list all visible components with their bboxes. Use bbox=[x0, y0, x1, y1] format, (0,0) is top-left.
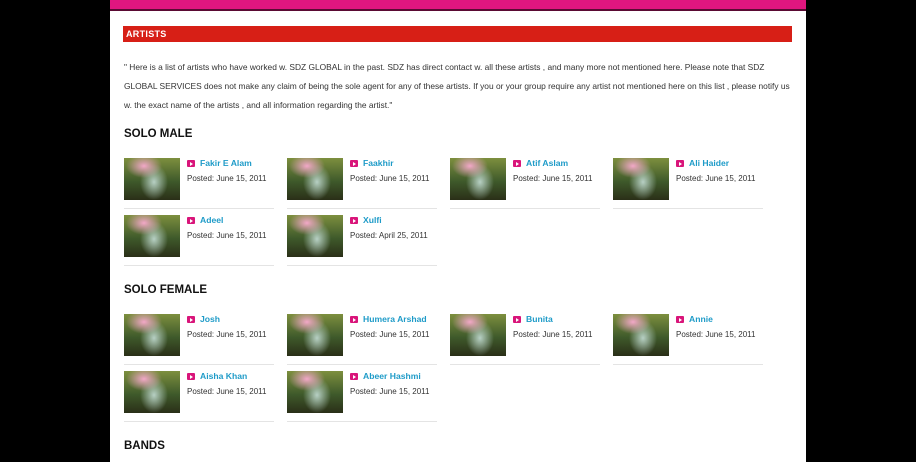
play-arrow-icon bbox=[187, 316, 195, 323]
artist-thumbnail[interactable] bbox=[287, 314, 343, 356]
artist-card: Annie Posted: June 15, 2011 bbox=[613, 314, 763, 365]
play-arrow-icon bbox=[187, 160, 195, 167]
intro-text: " Here is a list of artists who have wor… bbox=[124, 62, 790, 110]
artist-thumbnail[interactable] bbox=[450, 314, 506, 356]
artist-thumbnail[interactable] bbox=[450, 158, 506, 200]
card-divider bbox=[613, 364, 763, 365]
card-divider bbox=[124, 421, 274, 422]
artist-thumbnail[interactable] bbox=[124, 158, 180, 200]
artist-thumbnail[interactable] bbox=[287, 215, 343, 257]
posted-date: Posted: June 15, 2011 bbox=[187, 330, 267, 339]
artist-name-link[interactable]: Ali Haider bbox=[689, 158, 729, 168]
posted-date: Posted: June 15, 2011 bbox=[187, 174, 267, 183]
posted-date: Posted: June 15, 2011 bbox=[187, 231, 267, 240]
posted-date: Posted: June 15, 2011 bbox=[350, 330, 430, 339]
artist-card: Bunita Posted: June 15, 2011 bbox=[450, 314, 600, 365]
artist-name-link[interactable]: Humera Arshad bbox=[363, 314, 427, 324]
card-divider bbox=[450, 208, 600, 209]
card-divider bbox=[450, 364, 600, 365]
page-content: ARTISTS " Here is a list of artists who … bbox=[110, 0, 806, 462]
artist-card: Atif Aslam Posted: June 15, 2011 bbox=[450, 158, 600, 209]
artist-name-link[interactable]: Abeer Hashmi bbox=[363, 371, 421, 381]
artist-name-link[interactable]: Aisha Khan bbox=[200, 371, 247, 381]
artist-card: Abeer Hashmi Posted: June 15, 2011 bbox=[287, 371, 437, 422]
card-divider bbox=[287, 364, 437, 365]
artist-name-link[interactable]: Adeel bbox=[200, 215, 223, 225]
artist-thumbnail[interactable] bbox=[613, 314, 669, 356]
category-title: SOLO MALE bbox=[124, 128, 193, 140]
card-divider bbox=[124, 364, 274, 365]
category-title: BANDS bbox=[124, 440, 165, 452]
play-arrow-icon bbox=[187, 373, 195, 380]
artist-thumbnail[interactable] bbox=[124, 215, 180, 257]
artist-name-link[interactable]: Josh bbox=[200, 314, 220, 324]
artist-thumbnail[interactable] bbox=[124, 371, 180, 413]
play-arrow-icon bbox=[350, 373, 358, 380]
posted-date: Posted: June 15, 2011 bbox=[513, 174, 593, 183]
artist-name-link[interactable]: Xulfi bbox=[363, 215, 382, 225]
artist-thumbnail[interactable] bbox=[287, 158, 343, 200]
top-header-bar bbox=[110, 0, 806, 11]
artist-thumbnail[interactable] bbox=[124, 314, 180, 356]
card-divider bbox=[287, 208, 437, 209]
artist-card: Josh Posted: June 15, 2011 bbox=[124, 314, 274, 365]
category-title: SOLO FEMALE bbox=[124, 284, 208, 296]
artist-thumbnail[interactable] bbox=[287, 371, 343, 413]
play-arrow-icon bbox=[350, 217, 358, 224]
artist-name-link[interactable]: Faakhir bbox=[363, 158, 394, 168]
play-arrow-icon bbox=[676, 160, 684, 167]
artist-card: Humera Arshad Posted: June 15, 2011 bbox=[287, 314, 437, 365]
artist-name-link[interactable]: Fakir E Alam bbox=[200, 158, 252, 168]
artist-card: Ali Haider Posted: June 15, 2011 bbox=[613, 158, 763, 209]
posted-date: Posted: June 15, 2011 bbox=[676, 174, 756, 183]
artist-card: Xulfi Posted: April 25, 2011 bbox=[287, 215, 437, 266]
artist-card: Aisha Khan Posted: June 15, 2011 bbox=[124, 371, 274, 422]
card-divider bbox=[124, 208, 274, 209]
posted-date: Posted: June 15, 2011 bbox=[513, 330, 593, 339]
artist-thumbnail[interactable] bbox=[613, 158, 669, 200]
card-divider bbox=[124, 265, 274, 266]
posted-date: Posted: June 15, 2011 bbox=[350, 387, 430, 396]
play-arrow-icon bbox=[187, 217, 195, 224]
card-divider bbox=[613, 208, 763, 209]
artist-card: Adeel Posted: June 15, 2011 bbox=[124, 215, 274, 266]
posted-date: Posted: April 25, 2011 bbox=[350, 231, 428, 240]
artist-name-link[interactable]: Atif Aslam bbox=[526, 158, 568, 168]
section-title-bar: ARTISTS bbox=[123, 26, 792, 42]
card-divider bbox=[287, 265, 437, 266]
artist-card: Fakir E Alam Posted: June 15, 2011 bbox=[124, 158, 274, 209]
posted-date: Posted: June 15, 2011 bbox=[676, 330, 756, 339]
artist-name-link[interactable]: Annie bbox=[689, 314, 713, 324]
card-divider bbox=[287, 421, 437, 422]
play-arrow-icon bbox=[513, 160, 521, 167]
posted-date: Posted: June 15, 2011 bbox=[187, 387, 267, 396]
artist-name-link[interactable]: Bunita bbox=[526, 314, 553, 324]
play-arrow-icon bbox=[513, 316, 521, 323]
artist-card: Faakhir Posted: June 15, 2011 bbox=[287, 158, 437, 209]
play-arrow-icon bbox=[350, 160, 358, 167]
posted-date: Posted: June 15, 2011 bbox=[350, 174, 430, 183]
play-arrow-icon bbox=[350, 316, 358, 323]
play-arrow-icon bbox=[676, 316, 684, 323]
